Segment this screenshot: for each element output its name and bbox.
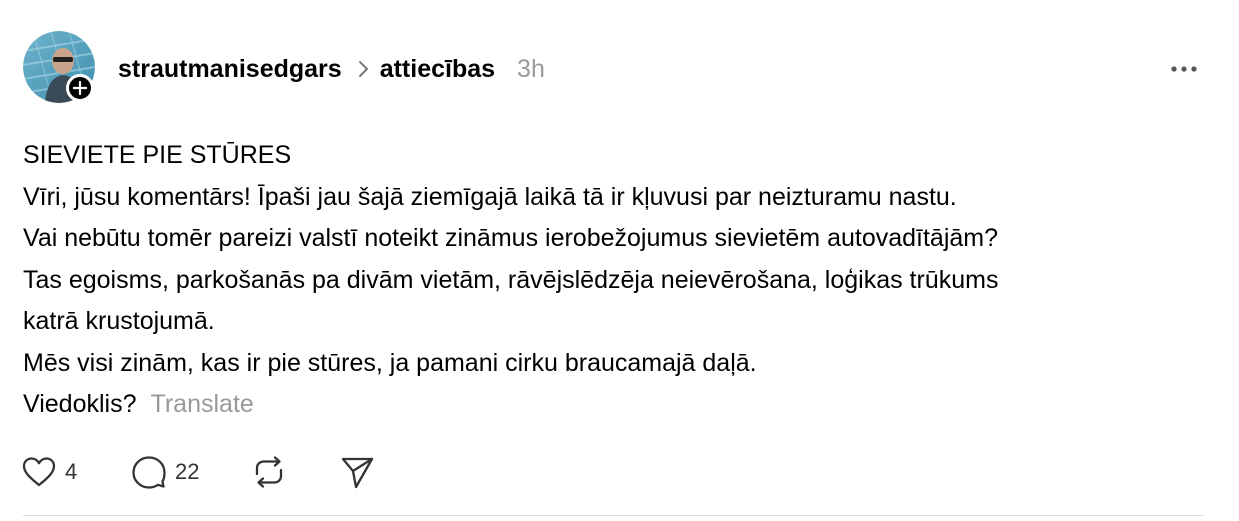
share-button[interactable] — [339, 454, 379, 490]
like-count: 4 — [65, 459, 78, 484]
comment-bubble-icon — [132, 456, 166, 489]
repost-button[interactable] — [251, 454, 339, 490]
post-text-line: Viedoklis? — [23, 390, 137, 418]
author-username[interactable]: strautmanisedgars — [118, 55, 342, 84]
more-options-button[interactable] — [1166, 57, 1202, 81]
translate-link[interactable]: Translate — [151, 390, 254, 418]
comment-button[interactable]: 22 — [131, 454, 251, 490]
more-horizontal-icon — [1171, 66, 1197, 72]
post-title-line: SIEVIETE PIE STŪRES — [23, 141, 292, 169]
post-text-line: Vīri, jūsu komentārs! Īpaši jau šajā zie… — [23, 182, 957, 211]
author-avatar-wrapper[interactable] — [23, 31, 95, 103]
chevron-right-icon — [358, 59, 370, 79]
post-last-line: Viedoklis? Translate — [23, 384, 1223, 426]
post-text-line: katrā krustojumā. — [23, 307, 215, 335]
post-actions: 4 22 — [21, 451, 379, 493]
repost-icon — [255, 456, 283, 488]
post-text-line: Vai nebūtu tomēr pareizi valstī noteikt … — [23, 224, 999, 252]
post-header: strautmanisedgars attiecības 3h — [118, 52, 545, 86]
post-divider — [23, 515, 1203, 516]
post-text-line: Tas egoisms, parkošanās pa divām vietām,… — [23, 265, 999, 294]
post-body: SIEVIETE PIE STŪRES Vīri, jūsu komentārs… — [23, 135, 1223, 426]
post-timestamp: 3h — [517, 54, 545, 83]
plus-icon — [73, 81, 87, 95]
like-button[interactable]: 4 — [21, 455, 131, 489]
send-icon — [341, 457, 374, 489]
post: strautmanisedgars attiecības 3h SIEVIETE… — [0, 0, 1239, 521]
heart-icon — [22, 457, 56, 487]
community-link[interactable]: attiecības — [380, 55, 495, 84]
comment-count: 22 — [175, 459, 200, 484]
follow-button[interactable] — [66, 74, 94, 102]
post-text-line: Mēs visi zinām, kas ir pie stūres, ja pa… — [23, 348, 757, 377]
